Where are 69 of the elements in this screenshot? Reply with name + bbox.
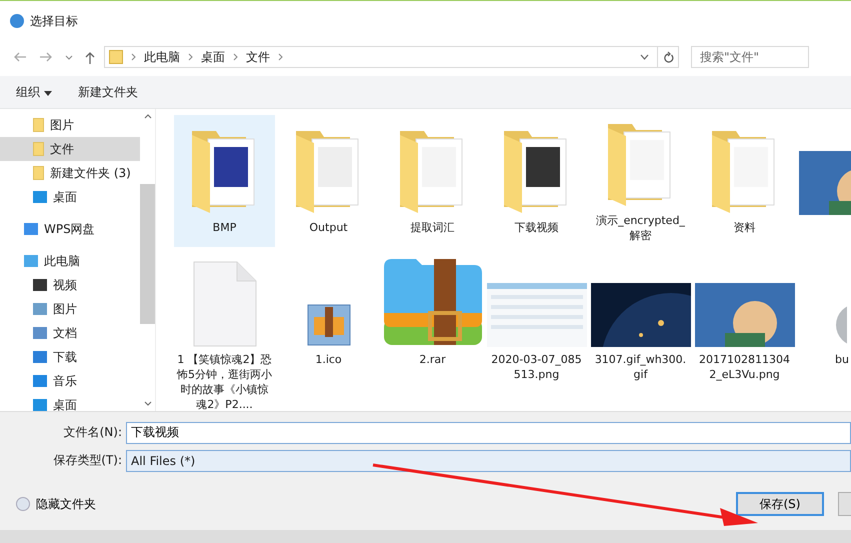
file-name: Output [309, 220, 348, 235]
sidebar-item[interactable]: 图片 [0, 297, 140, 321]
collapse-icon [16, 497, 30, 511]
file-item[interactable]: 提取词汇 [382, 115, 483, 247]
chevron-icon [233, 53, 238, 61]
sidebar-item[interactable]: 音乐 [0, 369, 140, 393]
caret-icon [44, 90, 52, 96]
file-item[interactable]: 1.ico [278, 247, 379, 411]
file-name: 20171028113042_eL3Vu.png [698, 352, 791, 382]
file-name: BMP [212, 220, 236, 235]
hide-folders-button[interactable]: 隐藏文件夹 [10, 494, 102, 514]
organize-button[interactable]: 组织 [10, 80, 58, 104]
file-item[interactable]: bu [798, 247, 851, 411]
file-item[interactable]: 下载视频 [486, 115, 587, 247]
file-name: 2020-03-07_085513.png [490, 352, 583, 382]
window-title: 选择目标 [30, 12, 78, 30]
document-icon [192, 261, 256, 347]
app-icon [10, 14, 24, 28]
sidebar-item[interactable]: 桌面 [0, 185, 140, 209]
breadcrumb[interactable]: 此电脑 [144, 48, 180, 66]
filename-field[interactable]: 下载视频 [126, 422, 851, 444]
up-icon[interactable] [85, 50, 95, 64]
chevron-icon [188, 53, 193, 61]
file-name: 1 【笑镇惊魂2】恐怖5分钟，逛街两小时的故事《小镇惊魂2》P2.... [176, 352, 273, 411]
filename-label: 文件名(N): [62, 424, 123, 441]
sidebar-item[interactable]: 文件 [0, 137, 140, 161]
folder-icon [109, 50, 123, 64]
address-bar[interactable]: 此电脑 桌面 文件 [104, 46, 679, 68]
file-name: 下载视频 [514, 220, 558, 235]
chevron-icon [131, 53, 136, 61]
file-item[interactable]: 20171028113042_eL3Vu.png [694, 247, 795, 411]
file-item[interactable]: 1 【笑镇惊魂2】恐怖5分钟，逛街两小时的故事《小镇惊魂2》P2.... [174, 247, 275, 411]
scroll-down-icon[interactable] [144, 401, 152, 406]
chevron-icon [278, 53, 283, 61]
file-name: 资料 [734, 220, 756, 235]
chevron-down-icon[interactable] [65, 54, 73, 60]
file-item[interactable]: 2020-03-07_085513.png [486, 247, 587, 411]
file-name: bu [835, 352, 849, 367]
sidebar-item[interactable]: 文档 [0, 321, 140, 345]
file-item[interactable]: BMP [174, 115, 275, 247]
dropdown-icon[interactable] [640, 54, 649, 60]
folder-icon [33, 142, 44, 156]
sidebar-item[interactable]: 图片 [0, 113, 140, 137]
file-name: 1.ico [315, 352, 342, 367]
file-item[interactable]: 演示_encrypted_解密 [590, 115, 691, 247]
sidebar-item[interactable]: 下载 [0, 345, 140, 369]
sidebar-item[interactable]: 桌面 [0, 393, 140, 411]
file-name: 3107.gif_wh300.gif [594, 352, 688, 382]
save-button[interactable]: 保存(S) [736, 492, 824, 516]
breadcrumb[interactable]: 文件 [246, 48, 270, 66]
sidebar-item[interactable]: 此电脑 [0, 249, 140, 273]
breadcrumb[interactable]: 桌面 [201, 48, 225, 66]
file-item[interactable]: 2.rar [382, 247, 483, 411]
file-item[interactable]: Output [278, 115, 379, 247]
sidebar-item[interactable]: 视频 [0, 273, 140, 297]
new-folder-button[interactable]: 新建文件夹 [72, 80, 144, 104]
folder-icon [33, 166, 44, 180]
scroll-up-icon[interactable] [144, 114, 152, 119]
folder-icon [33, 118, 44, 132]
sidebar-item[interactable]: WPS网盘 [0, 217, 140, 241]
search-field[interactable]: 搜索"文件" [691, 46, 809, 68]
file-type-dropdown[interactable]: All Files (*) [126, 450, 851, 472]
refresh-icon[interactable] [662, 51, 674, 63]
file-name: 2.rar [419, 352, 446, 367]
file-name: 提取词汇 [410, 220, 454, 235]
file-name: 演示_encrypted_解密 [595, 213, 686, 243]
file-type-label: 保存类型(T): [52, 452, 123, 469]
file-item[interactable]: 资料 [694, 115, 795, 247]
sidebar-item[interactable]: 新建文件夹 (3) [0, 161, 140, 185]
